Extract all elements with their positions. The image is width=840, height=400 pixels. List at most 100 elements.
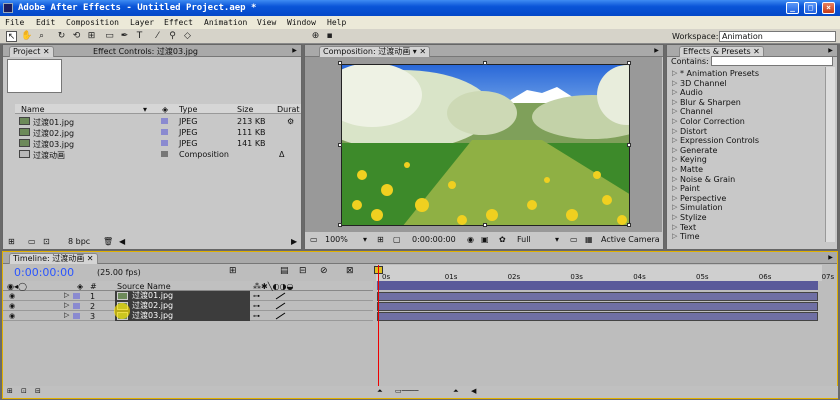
label-swatch[interactable] bbox=[161, 129, 168, 135]
switches-icon[interactable]: ⁂✱╲◐◑◒ bbox=[253, 282, 293, 291]
frame-blending-icon[interactable]: ⊘ bbox=[320, 266, 328, 276]
sort-chevron-icon[interactable]: ▾ bbox=[143, 105, 147, 114]
panel-menu-icon[interactable]: ▶ bbox=[826, 47, 835, 55]
composition-frame-image[interactable] bbox=[341, 64, 630, 226]
channel-icon[interactable]: ✿ bbox=[499, 235, 506, 244]
interpret-footage-icon[interactable]: ⚙ bbox=[287, 117, 294, 126]
expand-triangle-icon[interactable]: ▷ bbox=[672, 175, 677, 183]
expand-triangle-icon[interactable]: ▷ bbox=[672, 203, 677, 211]
expand-triangle-icon[interactable]: ▷ bbox=[672, 213, 677, 221]
expand-triangle-icon[interactable]: ▷ bbox=[672, 107, 677, 115]
menu-help[interactable]: Help bbox=[327, 18, 346, 27]
layer-label-swatch[interactable] bbox=[73, 303, 80, 309]
clone-stamp-tool-icon[interactable]: ⚲ bbox=[167, 31, 178, 42]
visibility-eye-icon[interactable]: ◉ bbox=[9, 312, 15, 320]
expand-triangle-icon[interactable]: ▷ bbox=[672, 117, 677, 125]
new-folder-icon[interactable]: ▭ bbox=[28, 237, 36, 246]
transform-handle[interactable] bbox=[627, 223, 631, 227]
zoom-in-icon[interactable]: ⏶ bbox=[453, 387, 459, 396]
mask-view-icon[interactable]: ▢ bbox=[393, 235, 401, 244]
timeline-scrollbar[interactable]: ◀ bbox=[471, 387, 476, 395]
effects-search-input[interactable] bbox=[711, 56, 833, 66]
panel-menu-icon[interactable]: ▶ bbox=[290, 47, 299, 55]
quality-switch-icon[interactable] bbox=[275, 302, 286, 310]
col-duration[interactable]: Durat bbox=[277, 105, 300, 114]
live-update-icon[interactable]: ⊞ bbox=[229, 266, 237, 276]
hand-tool-icon[interactable]: ✋ bbox=[21, 31, 32, 42]
layer-label-swatch[interactable] bbox=[73, 313, 80, 319]
layer-label-swatch[interactable] bbox=[73, 293, 80, 299]
menu-window[interactable]: Window bbox=[287, 18, 316, 27]
label-swatch[interactable] bbox=[161, 151, 168, 157]
rectangle-mask-tool-icon[interactable]: ▭ bbox=[104, 31, 115, 42]
comp-dropdown-icon[interactable]: ▾ bbox=[413, 47, 420, 56]
expand-triangle-icon[interactable]: ▷ bbox=[672, 69, 677, 77]
maximize-button[interactable]: □ bbox=[804, 2, 817, 14]
always-preview-icon[interactable]: ▭ bbox=[310, 235, 318, 244]
expand-triangle-icon[interactable]: ▷ bbox=[672, 146, 677, 154]
trash-icon[interactable]: 🗑 bbox=[103, 237, 113, 246]
timeline-layer-row[interactable]: ◉ ▷ 3 过渡03.jpg ⊶ bbox=[3, 311, 373, 321]
tab-project[interactable]: Project ✕ bbox=[9, 46, 54, 57]
label-swatch[interactable] bbox=[161, 140, 168, 146]
expand-layer-icon[interactable]: ▷ bbox=[64, 291, 69, 299]
project-item-row[interactable]: 过渡动画 Composition Δ bbox=[15, 149, 301, 160]
expand-triangle-icon[interactable]: ▷ bbox=[672, 223, 677, 231]
toggle-modes-icon[interactable]: ⊡ bbox=[21, 387, 27, 395]
scroll-right-icon[interactable]: ▶ bbox=[291, 237, 297, 246]
pen-tool-icon[interactable]: ✒ bbox=[119, 31, 130, 42]
expand-layer-icon[interactable]: ▷ bbox=[64, 301, 69, 309]
safe-zones-icon[interactable]: ⊞ bbox=[377, 235, 384, 244]
tab-timeline[interactable]: Timeline: 过渡动画 ✕ bbox=[9, 253, 98, 264]
menu-file[interactable]: File bbox=[5, 18, 24, 27]
label-swatch[interactable] bbox=[161, 118, 168, 124]
timeline-layer-row[interactable]: ◉ ▷ 1 过渡01.jpg ⊶ bbox=[3, 291, 373, 301]
zoom-tool-icon[interactable]: ⌕ bbox=[36, 31, 47, 42]
expand-triangle-icon[interactable]: ▷ bbox=[672, 127, 677, 135]
layer-name[interactable]: 过渡03.jpg bbox=[115, 311, 250, 321]
show-snapshot-icon[interactable]: ▣ bbox=[481, 235, 489, 244]
menu-composition[interactable]: Composition bbox=[66, 18, 119, 27]
axis-mode-icon[interactable]: ⊕ bbox=[310, 31, 321, 42]
region-of-interest-icon[interactable]: ▭ bbox=[570, 235, 578, 244]
layer-name[interactable]: 过渡02.jpg bbox=[115, 301, 250, 311]
close-button[interactable]: × bbox=[822, 2, 835, 14]
panel-menu-icon[interactable]: ▶ bbox=[652, 47, 661, 55]
toggle-in-out-icon[interactable]: ⊟ bbox=[35, 387, 41, 395]
shy-switch-icon[interactable]: ⊶ bbox=[253, 302, 260, 310]
resolution-dropdown-icon[interactable]: ▾ bbox=[555, 235, 559, 244]
tab-effect-controls[interactable]: Effect Controls: 过渡03.jpg bbox=[89, 46, 202, 57]
transparency-grid-icon[interactable]: ▦ bbox=[585, 235, 593, 244]
menu-view[interactable]: View bbox=[257, 18, 276, 27]
expand-triangle-icon[interactable]: ▷ bbox=[672, 79, 677, 87]
col-source-name[interactable]: Source Name bbox=[117, 282, 171, 291]
transform-handle[interactable] bbox=[338, 223, 342, 227]
resolution-value[interactable]: Full bbox=[517, 235, 531, 244]
world-axis-icon[interactable]: ▪ bbox=[324, 31, 335, 42]
menu-animation[interactable]: Animation bbox=[204, 18, 247, 27]
effects-scrollbar[interactable] bbox=[825, 67, 835, 242]
expand-triangle-icon[interactable]: ▷ bbox=[672, 194, 677, 202]
col-type[interactable]: Type bbox=[179, 105, 197, 114]
interpret-icon[interactable]: ⊞ bbox=[8, 237, 15, 246]
expand-triangle-icon[interactable]: ▷ bbox=[672, 155, 677, 163]
menu-edit[interactable]: Edit bbox=[36, 18, 55, 27]
draft-3d-icon[interactable]: ▤ bbox=[280, 266, 289, 276]
expand-triangle-icon[interactable]: ▷ bbox=[672, 232, 677, 240]
col-name[interactable]: Name bbox=[21, 105, 45, 114]
timeline-layer-row[interactable]: ◉ ▷ 2 过渡02.jpg ⊶ bbox=[3, 301, 373, 311]
label-column-icon[interactable]: ◈ bbox=[162, 105, 168, 114]
layer-duration-bar[interactable] bbox=[377, 292, 818, 301]
menu-effect[interactable]: Effect bbox=[164, 18, 193, 27]
zoom-dropdown-icon[interactable]: ▾ bbox=[363, 235, 367, 244]
current-time-indicator[interactable] bbox=[378, 265, 379, 387]
transform-handle[interactable] bbox=[483, 61, 487, 65]
layer-name[interactable]: 过渡01.jpg bbox=[115, 291, 250, 301]
visibility-eye-icon[interactable]: ◉ bbox=[9, 292, 15, 300]
timeline-timecode[interactable]: 0:00:00:00 bbox=[14, 266, 74, 279]
expand-triangle-icon[interactable]: ▷ bbox=[672, 98, 677, 106]
time-ruler[interactable]: 0s 01s 02s 03s 04s 05s 06s 07s bbox=[376, 265, 834, 281]
menu-layer[interactable]: Layer bbox=[130, 18, 154, 27]
comp-timecode[interactable]: 0:00:00:00 bbox=[412, 235, 456, 244]
selection-tool-icon[interactable]: ↖ bbox=[6, 31, 17, 42]
